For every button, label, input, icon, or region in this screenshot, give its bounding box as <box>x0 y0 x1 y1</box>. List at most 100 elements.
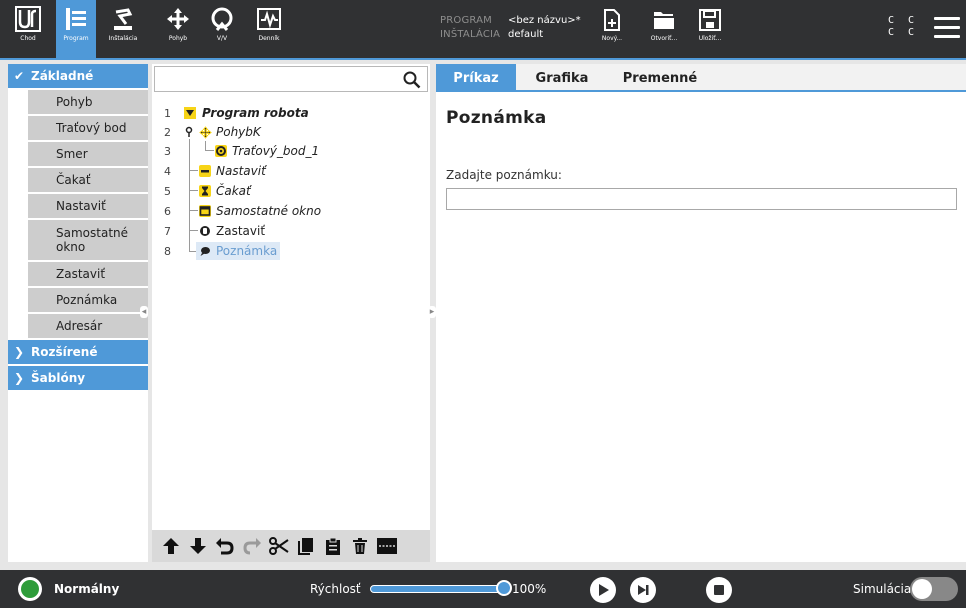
nav-installation-label: Inštalácia <box>108 35 138 42</box>
command-wait[interactable]: Čakať <box>28 168 148 192</box>
left-splitter-handle[interactable]: ◂ <box>140 306 148 318</box>
undo-button[interactable] <box>214 535 236 557</box>
tree-row-label: PohybK <box>216 125 261 139</box>
category-advanced[interactable]: ❯ Rozšírené <box>8 340 148 364</box>
nav-program[interactable]: Program <box>56 0 96 58</box>
search-icon[interactable] <box>403 71 421 89</box>
open-program-label: Otvoriť... <box>650 35 678 42</box>
copy-button[interactable] <box>295 535 317 557</box>
stop-icon <box>714 585 724 595</box>
open-program-button[interactable]: Otvoriť... <box>646 8 682 42</box>
command-halt[interactable]: Zastaviť <box>28 262 148 286</box>
expand-node-icon[interactable] <box>184 126 196 138</box>
note-label: Zadajte poznámku: <box>446 168 562 182</box>
tree-row-label: Nastaviť <box>216 164 266 178</box>
copy-icon <box>298 538 313 555</box>
nav-move[interactable]: Pohyb <box>158 0 198 58</box>
collapse-arrow-icon[interactable] <box>184 107 196 119</box>
program-key: PROGRAM <box>440 15 493 26</box>
redo-icon <box>243 538 261 555</box>
tree-row-selected[interactable]: 8 Poznámka <box>152 242 430 260</box>
save-program-label: Uložiť... <box>698 35 722 42</box>
nav-installation[interactable]: Inštalácia <box>100 0 146 58</box>
command-direction[interactable]: Smer <box>28 142 148 166</box>
category-basic[interactable]: ✔ Základné <box>8 64 148 88</box>
note-input[interactable] <box>446 188 957 210</box>
robot-status-icon[interactable] <box>18 577 42 601</box>
speed-value: 100% <box>512 582 547 596</box>
play-button[interactable] <box>590 577 616 603</box>
suppress-icon <box>377 538 397 554</box>
hamburger-menu-icon[interactable] <box>934 17 960 39</box>
tree-search-input[interactable] <box>154 66 428 92</box>
play-icon <box>599 584 609 596</box>
speed-slider-fill <box>371 586 505 592</box>
command-waypoint[interactable]: Traťový bod <box>28 116 148 140</box>
move-down-button[interactable] <box>187 535 209 557</box>
command-folder[interactable]: Adresár <box>28 314 148 338</box>
tree-row[interactable]: 6 Samostatné okno <box>152 202 430 220</box>
nav-program-label: Program <box>63 35 89 42</box>
move-up-button[interactable] <box>160 535 182 557</box>
comment-icon <box>199 245 211 257</box>
category-templates[interactable]: ❯ Šablóny <box>8 366 148 390</box>
tree-row-number: 7 <box>164 224 171 238</box>
tree-row[interactable]: 2 PohybK <box>152 123 430 141</box>
waypoint-icon <box>215 145 227 157</box>
save-icon <box>699 9 721 31</box>
chevron-right-icon: ❯ <box>14 345 25 359</box>
speed-label: Rýchlosť <box>310 582 361 596</box>
tree-row[interactable]: 1 Program robota <box>152 104 430 122</box>
move-icon <box>199 126 212 139</box>
delete-button[interactable] <box>349 535 371 557</box>
command-comment[interactable]: Poznámka <box>28 288 148 312</box>
redo-button[interactable] <box>241 535 263 557</box>
speed-slider[interactable] <box>370 585 506 593</box>
step-button[interactable] <box>630 577 656 603</box>
stop-button[interactable] <box>706 577 732 603</box>
nav-log[interactable]: Denník <box>248 0 290 58</box>
command-move[interactable]: Pohyb <box>28 90 148 114</box>
tree-row[interactable]: 3 Traťový_bod_1 <box>152 142 430 160</box>
speed-slider-handle[interactable] <box>496 580 512 596</box>
tree-row-number: 3 <box>164 144 171 158</box>
command-set[interactable]: Nastaviť <box>28 194 148 218</box>
tree-row-label: Poznámka <box>216 244 278 258</box>
command-detail-panel: Príkaz Grafika Premenné Poznámka Zadajte… <box>436 64 966 562</box>
popup-icon <box>199 205 211 217</box>
tab-command[interactable]: Príkaz <box>436 64 516 92</box>
new-program-button[interactable]: Nový... <box>594 8 630 42</box>
cut-button[interactable] <box>268 535 290 557</box>
simulation-toggle[interactable] <box>910 577 958 601</box>
nav-run[interactable]: Chod <box>8 0 48 58</box>
app-window: Chod Program Inštalácia Pohyb V/V Denník… <box>0 0 966 608</box>
simulation-label: Simulácia <box>853 582 912 596</box>
ur-logo-icon <box>15 6 41 32</box>
tree-row[interactable]: 7 Zastaviť <box>152 222 430 240</box>
tree-row[interactable]: 5 Čakať <box>152 182 430 200</box>
control-mode-indicator[interactable]: C CC C <box>888 15 918 39</box>
save-program-button[interactable]: Uložiť... <box>692 8 728 42</box>
nav-io[interactable]: V/V <box>202 0 242 58</box>
io-icon <box>211 7 233 31</box>
nav-run-label: Chod <box>20 35 36 42</box>
move-icon <box>167 8 189 30</box>
tree-row[interactable]: 4 Nastaviť <box>152 162 430 180</box>
cut-icon <box>269 537 289 555</box>
paste-button[interactable] <box>322 535 344 557</box>
step-forward-icon <box>638 585 649 595</box>
suppress-button[interactable] <box>376 535 398 557</box>
move-up-icon <box>163 538 179 554</box>
new-file-icon <box>604 9 620 31</box>
footer-bar: Normálny Rýchlosť 100% Simulácia <box>0 570 966 608</box>
delete-icon <box>353 538 367 554</box>
tab-graphics[interactable]: Grafika <box>524 64 600 92</box>
command-panel: ✔ Základné Pohyb Traťový bod Smer Čakať … <box>8 64 148 562</box>
stop-hand-icon <box>199 225 211 237</box>
command-popup[interactable]: Samostatné okno <box>28 220 148 260</box>
tab-variables[interactable]: Premenné <box>612 64 708 92</box>
category-advanced-label: Rozšírené <box>31 345 98 359</box>
tree-row-label: Traťový_bod_1 <box>232 144 320 158</box>
right-splitter-handle[interactable]: ▸ <box>428 306 436 318</box>
category-templates-label: Šablóny <box>31 371 86 385</box>
